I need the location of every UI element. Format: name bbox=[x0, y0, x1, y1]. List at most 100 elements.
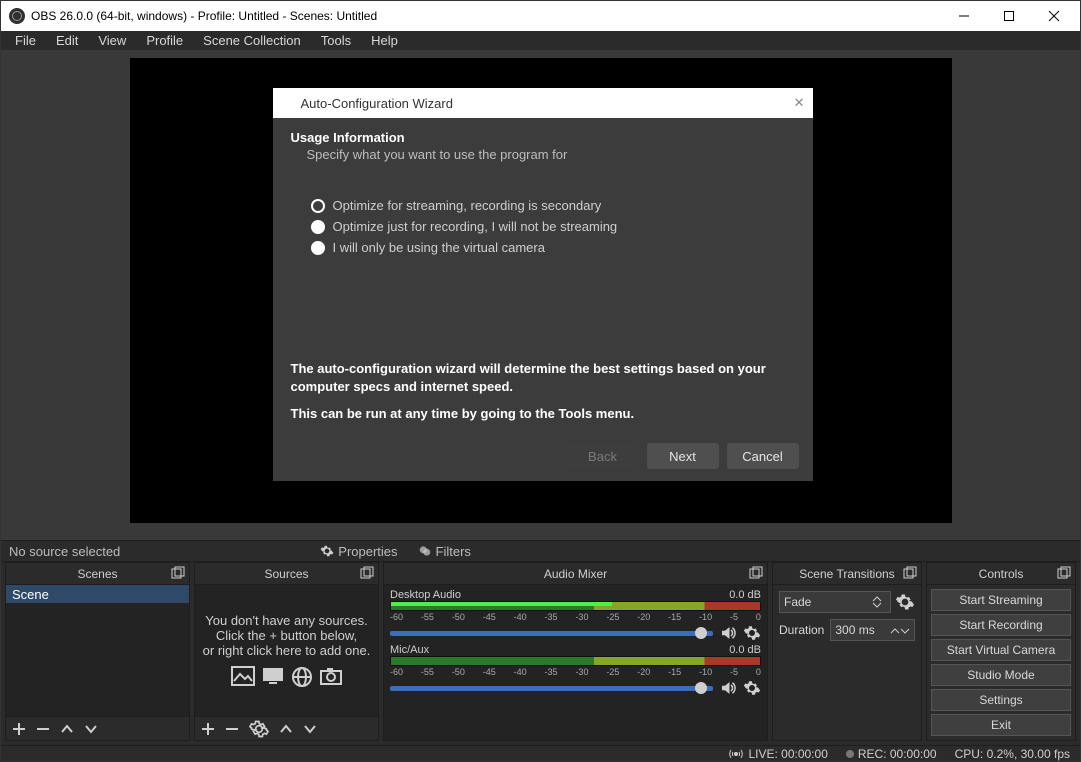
preview-area: Auto-Configuration Wizard ✕ Usage Inform… bbox=[1, 50, 1080, 540]
transition-properties-icon[interactable] bbox=[895, 592, 915, 612]
dialog-close-icon[interactable]: ✕ bbox=[794, 95, 805, 111]
dock-icon[interactable] bbox=[360, 566, 374, 580]
dock-icon[interactable] bbox=[903, 566, 917, 580]
controls-panel: Controls Start Streaming Start Recording… bbox=[926, 562, 1076, 741]
channel-level: 0.0 dB bbox=[729, 644, 761, 656]
scene-list[interactable]: Scene bbox=[6, 585, 189, 716]
audio-meter bbox=[390, 601, 761, 611]
remove-source-icon[interactable] bbox=[225, 722, 239, 736]
remove-scene-icon[interactable] bbox=[36, 722, 50, 736]
radio-icon bbox=[311, 241, 325, 255]
speaker-icon[interactable] bbox=[719, 624, 737, 642]
obs-logo-icon bbox=[281, 96, 295, 110]
camera-icon bbox=[319, 666, 343, 686]
preview-canvas[interactable]: Auto-Configuration Wizard ✕ Usage Inform… bbox=[130, 58, 952, 523]
scenes-header: Scenes bbox=[77, 567, 117, 581]
radio-label: I will only be using the virtual camera bbox=[333, 240, 545, 255]
move-down-icon[interactable] bbox=[84, 722, 98, 736]
broadcast-icon bbox=[728, 748, 744, 760]
menu-file[interactable]: File bbox=[5, 31, 46, 50]
wizard-subheading: Specify what you want to use the program… bbox=[291, 147, 795, 162]
auto-config-wizard-dialog: Auto-Configuration Wizard ✕ Usage Inform… bbox=[273, 88, 813, 481]
add-scene-icon[interactable] bbox=[12, 722, 26, 736]
move-up-icon[interactable] bbox=[279, 722, 293, 736]
sources-empty-line2: Click the + button below, bbox=[216, 628, 357, 643]
speaker-icon[interactable] bbox=[719, 679, 737, 697]
properties-button[interactable]: Properties bbox=[320, 544, 397, 559]
radio-icon bbox=[311, 199, 325, 213]
live-status: LIVE: 00:00:00 bbox=[748, 747, 827, 761]
start-streaming-button[interactable]: Start Streaming bbox=[931, 589, 1071, 611]
maximize-button[interactable] bbox=[986, 1, 1031, 31]
move-down-icon[interactable] bbox=[303, 722, 317, 736]
filters-label: Filters bbox=[436, 544, 471, 559]
titlebar: OBS 26.0.0 (64-bit, windows) - Profile: … bbox=[1, 1, 1080, 31]
move-up-icon[interactable] bbox=[60, 722, 74, 736]
cpu-status: CPU: 0.2%, 30.00 fps bbox=[955, 747, 1070, 761]
wizard-desc-1: The auto-configuration wizard will deter… bbox=[291, 360, 795, 395]
audio-meter bbox=[390, 656, 761, 666]
radio-optimize-recording[interactable]: Optimize just for recording, I will not … bbox=[311, 219, 795, 234]
menu-view[interactable]: View bbox=[88, 31, 136, 50]
controls-header: Controls bbox=[979, 567, 1024, 581]
cancel-button[interactable]: Cancel bbox=[727, 443, 799, 469]
minimize-button[interactable] bbox=[941, 1, 986, 31]
transition-select[interactable]: Fade bbox=[779, 591, 891, 613]
radio-virtual-camera[interactable]: I will only be using the virtual camera bbox=[311, 240, 795, 255]
mixer-header: Audio Mixer bbox=[544, 567, 607, 581]
radio-icon bbox=[311, 220, 325, 234]
wizard-heading: Usage Information bbox=[291, 130, 795, 145]
globe-icon bbox=[291, 666, 313, 688]
menu-scene-collection[interactable]: Scene Collection bbox=[193, 31, 311, 50]
channel-settings-icon[interactable] bbox=[743, 624, 761, 642]
settings-button[interactable]: Settings bbox=[931, 689, 1071, 711]
menubar: File Edit View Profile Scene Collection … bbox=[1, 31, 1080, 50]
channel-settings-icon[interactable] bbox=[743, 679, 761, 697]
meter-ticks: -60-55-50-45-40-35-30-25-20-15-10-50 bbox=[390, 612, 761, 622]
no-source-label: No source selected bbox=[9, 544, 120, 559]
rec-status: REC: 00:00:00 bbox=[858, 747, 937, 761]
display-icon bbox=[261, 666, 285, 686]
source-toolbar: No source selected Properties Filters bbox=[1, 540, 1080, 561]
scene-item[interactable]: Scene bbox=[6, 585, 189, 603]
start-recording-button[interactable]: Start Recording bbox=[931, 614, 1071, 636]
meter-ticks: -60-55-50-45-40-35-30-25-20-15-10-50 bbox=[390, 667, 761, 677]
exit-button[interactable]: Exit bbox=[931, 714, 1071, 736]
start-virtual-camera-button[interactable]: Start Virtual Camera bbox=[931, 639, 1071, 661]
close-button[interactable] bbox=[1031, 1, 1076, 31]
menu-help[interactable]: Help bbox=[361, 31, 408, 50]
sources-header: Sources bbox=[264, 567, 308, 581]
mixer-channel: Mic/Aux 0.0 dB -60-55-50-45-40-35-30-25-2… bbox=[390, 644, 761, 697]
next-button[interactable]: Next bbox=[647, 443, 719, 469]
properties-label: Properties bbox=[338, 544, 397, 559]
back-button: Back bbox=[567, 443, 639, 469]
window-title: OBS 26.0.0 (64-bit, windows) - Profile: … bbox=[31, 9, 941, 23]
source-properties-icon[interactable] bbox=[249, 719, 269, 739]
volume-slider[interactable] bbox=[390, 631, 713, 636]
radio-optimize-streaming[interactable]: Optimize for streaming, recording is sec… bbox=[311, 198, 795, 213]
sources-empty-line1: You don't have any sources. bbox=[205, 613, 367, 628]
studio-mode-button[interactable]: Studio Mode bbox=[931, 664, 1071, 686]
dock-icon[interactable] bbox=[749, 566, 763, 580]
channel-name: Mic/Aux bbox=[390, 644, 429, 656]
duration-value: 300 ms bbox=[835, 623, 874, 637]
obs-logo-icon bbox=[9, 8, 25, 24]
sources-empty[interactable]: You don't have any sources. Click the + … bbox=[195, 585, 378, 716]
filters-button[interactable]: Filters bbox=[418, 544, 471, 559]
sources-empty-line3: or right click here to add one. bbox=[203, 643, 371, 658]
dock-icon[interactable] bbox=[171, 566, 185, 580]
menu-edit[interactable]: Edit bbox=[46, 31, 88, 50]
dock-icon[interactable] bbox=[1057, 566, 1071, 580]
menu-profile[interactable]: Profile bbox=[136, 31, 193, 50]
duration-spinner[interactable]: 300 ms bbox=[830, 619, 915, 641]
mixer-channel: Desktop Audio0.0 dB -60-55-50-45-40-35-3… bbox=[390, 589, 761, 642]
image-icon bbox=[231, 666, 255, 686]
scene-transitions-panel: Scene Transitions Fade Duration 300 ms bbox=[772, 562, 922, 741]
radio-label: Optimize just for recording, I will not … bbox=[333, 219, 618, 234]
volume-slider[interactable] bbox=[390, 686, 713, 691]
duration-label: Duration bbox=[779, 623, 824, 637]
channel-name: Desktop Audio bbox=[390, 589, 461, 601]
add-source-icon[interactable] bbox=[201, 722, 215, 736]
menu-tools[interactable]: Tools bbox=[311, 31, 361, 50]
transitions-header: Scene Transitions bbox=[799, 567, 894, 581]
